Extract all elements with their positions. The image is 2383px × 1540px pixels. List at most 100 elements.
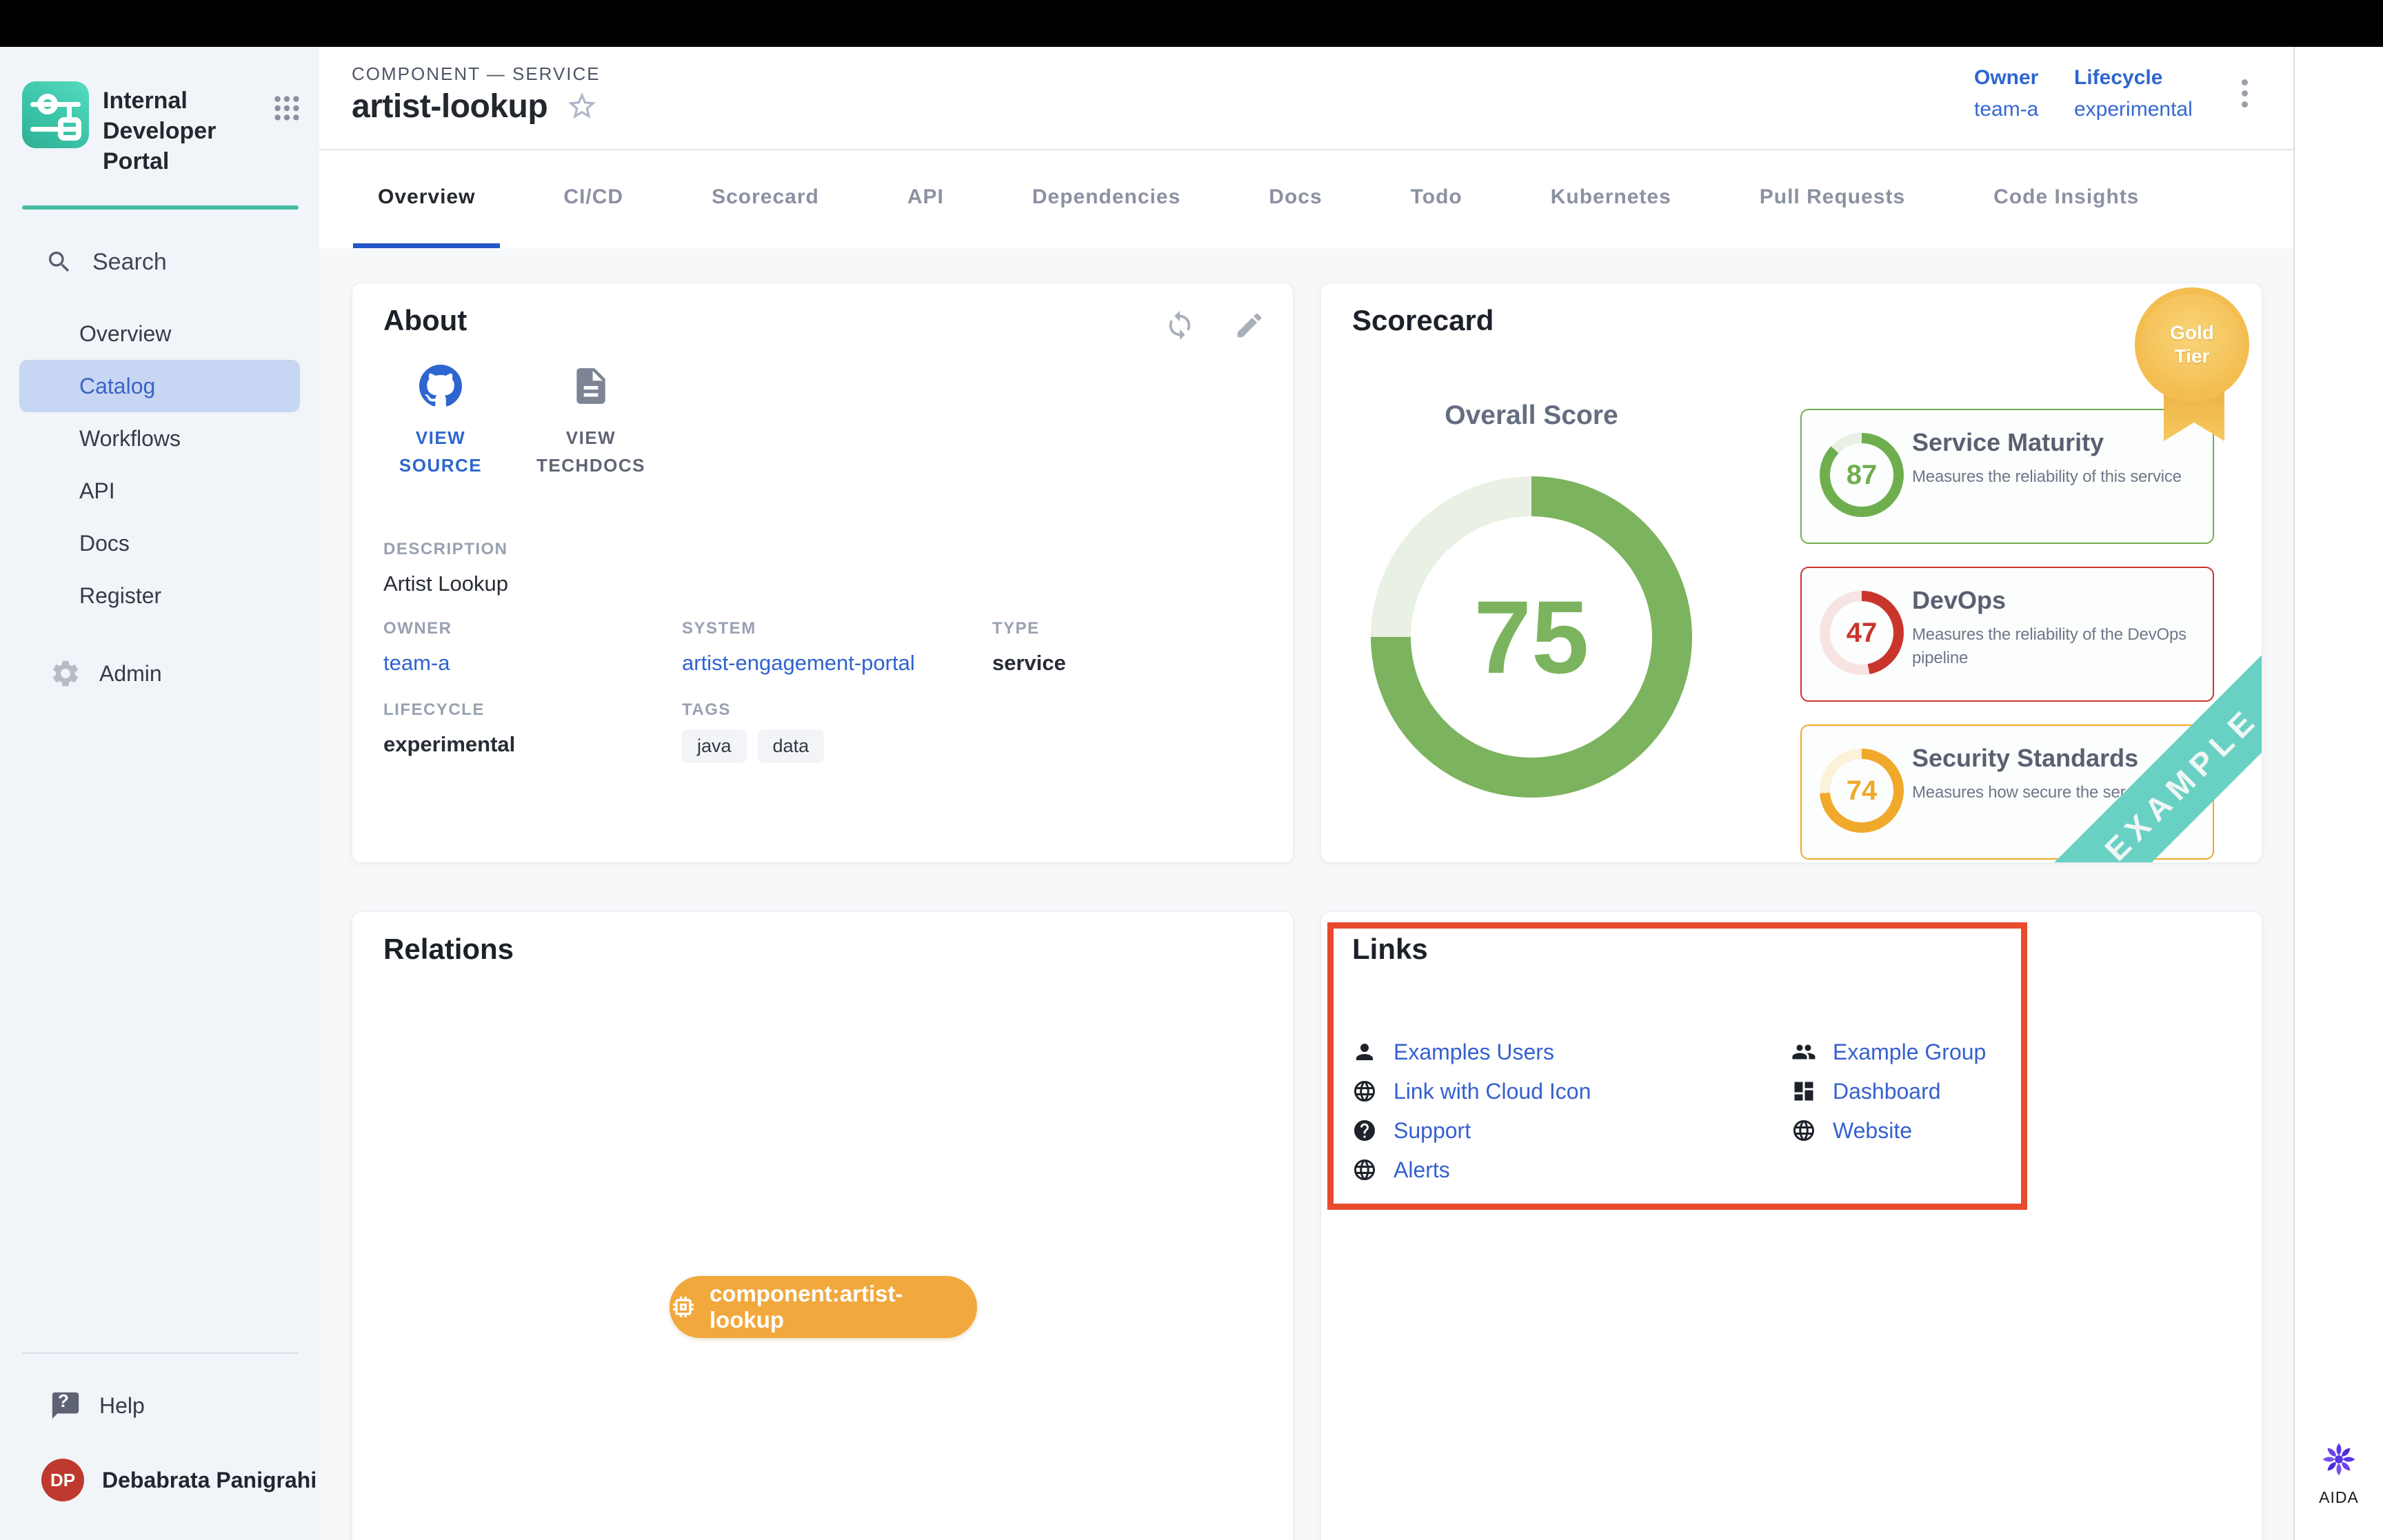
system-value-link[interactable]: artist-engagement-portal <box>682 651 915 676</box>
page-title: artist-lookup <box>352 88 547 125</box>
scorecard-title: Scorecard <box>1352 304 1494 337</box>
sidebar-item-help[interactable]: ? Help <box>50 1390 319 1421</box>
metric-gauge: 74 <box>1820 749 1904 833</box>
group-icon <box>1791 1040 1816 1064</box>
link-dashboard[interactable]: Dashboard <box>1791 1079 2231 1104</box>
sidebar: Internal Developer Portal Search Overvie… <box>0 47 319 1540</box>
tab-pull-requests[interactable]: Pull Requests <box>1735 150 1930 248</box>
metric-gauge: 87 <box>1820 433 1904 517</box>
globe-icon <box>1791 1118 1816 1143</box>
link-support[interactable]: Support <box>1352 1118 1791 1143</box>
metric-service-maturity[interactable]: 87 Service Maturity Measures the reliabi… <box>1800 409 2214 544</box>
scorecard-card: Scorecard Gold Tier Overall Score 75 87 … <box>1320 283 2262 863</box>
lifecycle-value: experimental <box>2074 98 2193 121</box>
view-source-button[interactable]: VIEW SOURCE <box>385 365 496 479</box>
tag-chip-data[interactable]: data <box>758 729 825 763</box>
document-icon <box>570 365 612 407</box>
field-type: TYPE service <box>992 619 1066 676</box>
lifecycle-label: Lifecycle <box>2074 66 2193 90</box>
tab-bar: Overview CI/CD Scorecard API Dependencie… <box>319 150 2293 248</box>
owner-label: Owner <box>1974 66 2038 90</box>
favorite-star-icon[interactable] <box>547 87 599 126</box>
main-column: COMPONENT — SERVICE artist-lookup Owner … <box>319 47 2293 1540</box>
field-owner: OWNER team-a <box>383 619 452 676</box>
field-description: DESCRIPTION Artist Lookup <box>383 540 508 596</box>
dashboard-icon <box>1791 1079 1816 1104</box>
links-column-1: Examples Users Link with Cloud Icon Supp… <box>1352 1040 1791 1182</box>
github-icon <box>419 365 462 407</box>
person-icon <box>1352 1040 1377 1064</box>
link-website[interactable]: Website <box>1791 1118 2231 1143</box>
portal-logo-icon <box>22 81 89 148</box>
refresh-icon[interactable] <box>1164 310 1196 341</box>
tag-chip-java[interactable]: java <box>682 729 747 763</box>
sidebar-item-overview[interactable]: Overview <box>0 307 319 360</box>
sidebar-item-api[interactable]: API <box>0 465 319 517</box>
right-rail: AIDA <box>2293 47 2383 1540</box>
chip-icon <box>670 1293 697 1321</box>
metric-gauge: 47 <box>1820 591 1904 675</box>
header-owner: Owner team-a <box>1974 66 2038 121</box>
aida-label: AIDA <box>2319 1488 2359 1507</box>
entity-header: COMPONENT — SERVICE artist-lookup Owner … <box>319 47 2293 150</box>
sidebar-item-workflows[interactable]: Workflows <box>0 412 319 465</box>
about-card: About VIEW SOURCE VIEW TECHDOCS <box>352 283 1294 863</box>
sidebar-item-admin[interactable]: Admin <box>50 658 319 689</box>
overall-score-label: Overall Score <box>1321 401 1742 431</box>
sidebar-item-register[interactable]: Register <box>0 569 319 622</box>
brand-name: Internal Developer Portal <box>103 85 271 176</box>
tab-overview[interactable]: Overview <box>353 150 500 248</box>
sidebar-bottom: ? Help DP Debabrata Panigrahi <box>0 1352 319 1540</box>
sidebar-user[interactable]: DP Debabrata Panigrahi <box>41 1459 319 1501</box>
tab-kubernetes[interactable]: Kubernetes <box>1526 150 1696 248</box>
edit-pencil-icon[interactable] <box>1234 310 1265 341</box>
tab-dependencies[interactable]: Dependencies <box>1007 150 1205 248</box>
field-system: SYSTEM artist-engagement-portal <box>682 619 915 676</box>
sidebar-item-catalog[interactable]: Catalog <box>19 360 300 412</box>
tab-todo[interactable]: Todo <box>1386 150 1487 248</box>
kebab-menu-icon[interactable] <box>2242 74 2248 112</box>
app-shell: Internal Developer Portal Search Overvie… <box>0 47 2383 1540</box>
overall-score-value: 75 <box>1371 476 1692 798</box>
apps-grid-icon[interactable] <box>271 92 303 128</box>
about-title: About <box>383 304 467 337</box>
owner-link[interactable]: team-a <box>1974 98 2038 121</box>
gold-tier-label: Gold Tier <box>2170 321 2214 368</box>
link-with-cloud-icon[interactable]: Link with Cloud Icon <box>1352 1079 1791 1104</box>
link-alerts[interactable]: Alerts <box>1352 1157 1791 1182</box>
help-chat-icon: ? <box>50 1390 81 1421</box>
header-lifecycle: Lifecycle experimental <box>2074 66 2193 121</box>
brand-divider <box>22 205 299 210</box>
aida-assistant-button[interactable]: AIDA <box>2295 1440 2383 1507</box>
owner-value-link[interactable]: team-a <box>383 651 452 676</box>
help-icon <box>1352 1118 1377 1143</box>
relations-title: Relations <box>383 933 514 966</box>
avatar: DP <box>41 1459 84 1501</box>
tab-api[interactable]: API <box>883 150 969 248</box>
sidebar-nav: Overview Catalog Workflows API Docs Regi… <box>0 307 319 622</box>
relations-card: Relations component:artist-lookup <box>352 911 1294 1540</box>
view-techdocs-button[interactable]: VIEW TECHDOCS <box>536 365 646 479</box>
link-example-group[interactable]: Example Group <box>1791 1040 2231 1064</box>
tab-code-insights[interactable]: Code Insights <box>1969 150 2164 248</box>
user-name: Debabrata Panigrahi <box>102 1468 316 1493</box>
search-label: Search <box>92 249 167 276</box>
links-card: Links Examples Users Link with Cloud Ico… <box>1320 911 2262 1540</box>
search-icon <box>46 248 73 276</box>
field-tags: TAGS java data <box>682 700 824 763</box>
relation-node-component[interactable]: component:artist-lookup <box>670 1276 977 1338</box>
links-column-2: Example Group Dashboard Website <box>1791 1040 2231 1182</box>
tab-scorecard[interactable]: Scorecard <box>687 150 844 248</box>
tab-cicd[interactable]: CI/CD <box>539 150 648 248</box>
tab-docs[interactable]: Docs <box>1244 150 1347 248</box>
sidebar-item-docs[interactable]: Docs <box>0 517 319 569</box>
globe-icon <box>1352 1157 1377 1182</box>
sidebar-search[interactable]: Search <box>46 248 319 276</box>
gear-icon <box>50 658 81 689</box>
overall-score-gauge: 75 <box>1371 476 1692 798</box>
link-examples-users[interactable]: Examples Users <box>1352 1040 1791 1064</box>
top-black-bar <box>0 0 2383 47</box>
metric-devops[interactable]: 47 DevOps Measures the reliability of th… <box>1800 567 2214 702</box>
breadcrumb: COMPONENT — SERVICE <box>352 63 601 85</box>
sidebar-divider <box>22 1352 299 1354</box>
